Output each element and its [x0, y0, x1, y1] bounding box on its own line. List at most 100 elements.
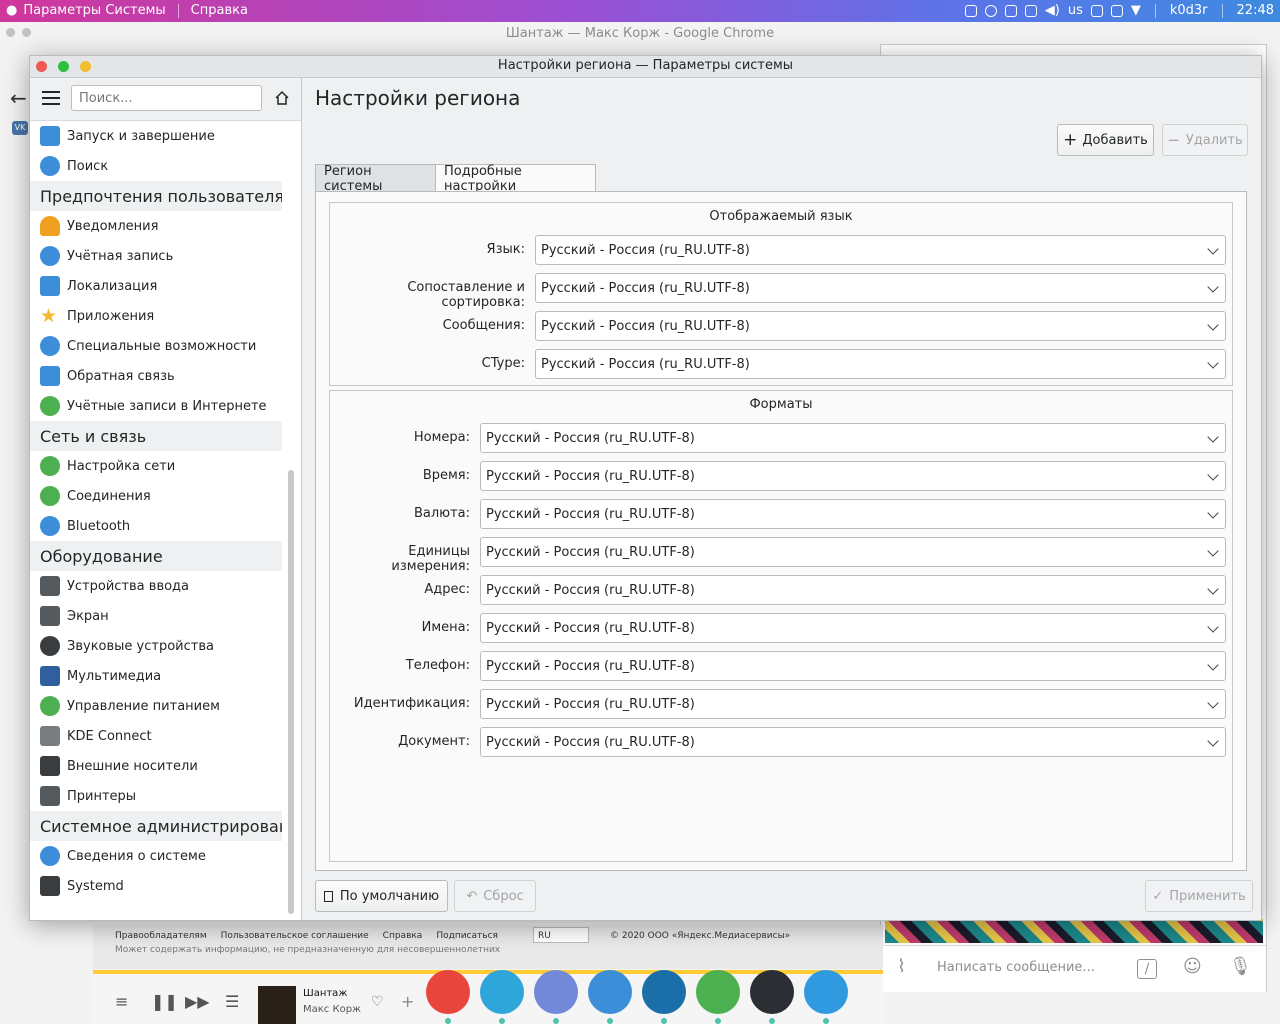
telegram-message-input[interactable]: Написать сообщение... — [937, 960, 1095, 975]
next-track-icon[interactable]: ▶▶ — [185, 992, 210, 1011]
sidebar-item[interactable]: Специальные возможности — [30, 331, 282, 361]
remove-button[interactable]: − Удалить — [1162, 124, 1248, 156]
microphone-icon[interactable]: 🎙 — [1229, 956, 1252, 977]
add-icon[interactable]: + — [401, 992, 414, 1011]
sidebar-item[interactable]: Поиск — [30, 151, 282, 181]
command-icon[interactable]: / — [1137, 959, 1157, 979]
sidebar-item[interactable]: Сведения о системе — [30, 841, 282, 871]
sidebar-item[interactable]: Учётная запись — [30, 241, 282, 271]
sidebar-item[interactable]: Внешние носители — [30, 751, 282, 781]
apply-button[interactable]: ✓ Применить — [1145, 880, 1253, 912]
sidebar-item[interactable]: Bluetooth — [30, 511, 282, 541]
sidebar-item[interactable]: Управление питанием — [30, 691, 282, 721]
playlist-icon[interactable]: ☰ — [225, 992, 239, 1011]
footer-link[interactable]: Пользовательское соглашение — [221, 931, 369, 941]
sidebar-item-label: Учётные записи в Интернете — [67, 398, 267, 414]
footer-link[interactable]: Подписаться — [436, 931, 498, 941]
chat-icon[interactable] — [1090, 4, 1103, 17]
locale-combobox[interactable]: Русский - Россия (ru_RU.UTF-8) — [480, 537, 1226, 567]
clock[interactable]: 22:48 — [1237, 3, 1274, 18]
pause-icon[interactable]: ❚❚ — [151, 992, 178, 1011]
volume-icon[interactable]: ◀) — [1045, 3, 1060, 18]
equalizer-icon[interactable]: ≡ — [115, 992, 128, 1011]
sidebar-item[interactable]: Systemd — [30, 871, 282, 901]
region-settings-content: Настройки региона + Добавить − Удалить Р… — [302, 78, 1261, 920]
track-artist[interactable]: Макс Корж — [303, 1004, 361, 1015]
download-icon[interactable] — [696, 970, 740, 1024]
locale-combobox[interactable]: Русский - Россия (ru_RU.UTF-8) — [480, 575, 1226, 605]
username[interactable]: k0d3r — [1170, 3, 1208, 18]
track-title[interactable]: Шантаж — [303, 988, 347, 999]
discord-icon[interactable] — [534, 970, 578, 1024]
sidebar-item[interactable]: Экран — [30, 601, 282, 631]
window-titlebar[interactable]: Настройки региона — Параметры системы — [30, 56, 1261, 78]
bell-icon — [40, 216, 60, 236]
attach-icon[interactable]: ⌇ — [897, 956, 906, 977]
heart-icon[interactable]: ♡ — [371, 994, 384, 1010]
combobox-value: Русский - Россия (ru_RU.UTF-8) — [541, 318, 750, 334]
locale-combobox[interactable]: Русский - Россия (ru_RU.UTF-8) — [535, 349, 1226, 379]
chevron-down-icon — [1207, 621, 1219, 633]
locale-combobox[interactable]: Русский - Россия (ru_RU.UTF-8) — [480, 423, 1226, 453]
footer-link[interactable]: Правообладателям — [115, 931, 207, 941]
expand-tray-icon[interactable]: ▼ — [1131, 3, 1141, 18]
sidebar-item[interactable]: Локализация — [30, 271, 282, 301]
help-menu[interactable]: Справка — [191, 3, 248, 18]
sidebar-item[interactable]: Мультимедиа — [30, 661, 282, 691]
field-label: CType: — [481, 356, 525, 371]
media-play-icon[interactable] — [984, 4, 997, 17]
telegram-icon[interactable] — [480, 970, 524, 1024]
field-label: Номера: — [413, 430, 470, 445]
emoji-icon[interactable]: ☺ — [1183, 956, 1202, 977]
locale-combobox[interactable]: Русский - Россия (ru_RU.UTF-8) — [480, 499, 1226, 529]
clipboard-manager-icon[interactable] — [1110, 4, 1123, 17]
settings-icon[interactable] — [750, 970, 794, 1024]
locale-combobox[interactable]: Русский - Россия (ru_RU.UTF-8) — [480, 461, 1226, 491]
sidebar-scrollbar[interactable] — [288, 470, 294, 914]
kite-icon[interactable] — [804, 970, 848, 1024]
app-menu[interactable]: Параметры Системы — [23, 3, 165, 18]
sidebar-item[interactable]: Настройка сети — [30, 451, 282, 481]
sidebar-item[interactable]: Запуск и завершение — [30, 121, 282, 151]
reset-button[interactable]: ↶ Сброс — [454, 880, 536, 912]
vk-icon[interactable]: VK — [12, 121, 28, 135]
sidebar-item[interactable]: Устройства ввода — [30, 571, 282, 601]
sidebar-item[interactable]: Соединения — [30, 481, 282, 511]
notification-icon[interactable] — [964, 4, 977, 17]
keyboard-layout[interactable]: us — [1068, 3, 1083, 18]
chevron-down-icon — [1207, 431, 1219, 443]
sidebar-item[interactable]: KDE Connect — [30, 721, 282, 751]
locale-combobox[interactable]: Русский - Россия (ru_RU.UTF-8) — [480, 651, 1226, 681]
back-arrow-icon[interactable]: ← — [10, 86, 27, 110]
sidebar-item[interactable]: Звуковые устройства — [30, 631, 282, 661]
sidebar-item[interactable]: ★ Приложения — [30, 301, 282, 331]
tab-detailed-settings[interactable]: Подробные настройки — [435, 164, 596, 194]
locale-combobox[interactable]: Русский - Россия (ru_RU.UTF-8) — [480, 727, 1226, 757]
defaults-button[interactable]: По умолчанию — [315, 880, 448, 912]
album-cover[interactable] — [258, 986, 296, 1024]
add-button[interactable]: + Добавить — [1057, 124, 1154, 156]
apple-logo-icon[interactable]: ● — [6, 3, 17, 18]
telegram-image — [885, 919, 1263, 943]
locale-combobox[interactable]: Русский - Россия (ru_RU.UTF-8) — [535, 273, 1226, 303]
search-input[interactable] — [71, 85, 262, 111]
sidebar-item[interactable]: Обратная связь — [30, 361, 282, 391]
sidebar-item[interactable]: Уведомления — [30, 211, 282, 241]
battery-icon[interactable] — [1024, 4, 1037, 17]
locale-combobox[interactable]: Русский - Россия (ru_RU.UTF-8) — [535, 311, 1226, 341]
locale-combobox[interactable]: Русский - Россия (ru_RU.UTF-8) — [480, 613, 1226, 643]
locale-combobox[interactable]: Русский - Россия (ru_RU.UTF-8) — [535, 235, 1226, 265]
tab-system-region[interactable]: Регион системы — [315, 164, 436, 194]
locale-combobox[interactable]: Русский - Россия (ru_RU.UTF-8) — [480, 689, 1226, 719]
chrome-icon[interactable] — [426, 970, 470, 1024]
steam-icon[interactable] — [642, 970, 686, 1024]
field-label: Язык: — [486, 242, 525, 257]
files-icon[interactable] — [588, 970, 632, 1024]
sidebar-item[interactable]: Принтеры — [30, 781, 282, 811]
language-select[interactable]: RU — [533, 927, 589, 943]
hamburger-menu-icon[interactable] — [42, 91, 60, 105]
sidebar-item[interactable]: Учётные записи в Интернете — [30, 391, 282, 421]
clipboard-icon[interactable] — [1004, 4, 1017, 17]
footer-link[interactable]: Справка — [383, 931, 423, 941]
home-icon[interactable] — [274, 90, 290, 106]
